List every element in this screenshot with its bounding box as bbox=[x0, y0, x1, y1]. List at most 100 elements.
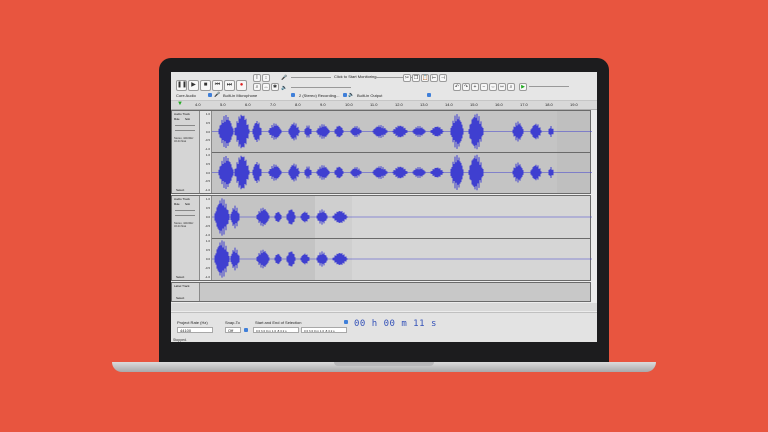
multi-tool-icon[interactable]: ✱ bbox=[271, 83, 279, 91]
scale-label: 0.0 bbox=[205, 170, 210, 175]
label-area[interactable] bbox=[200, 283, 590, 301]
snap-to-label: Snap-To bbox=[225, 320, 240, 325]
output-device-icon: 🔈 bbox=[348, 92, 355, 98]
selection-mode-dropdown-icon[interactable] bbox=[344, 320, 348, 324]
play-at-speed-icon[interactable]: ▶ bbox=[519, 83, 527, 91]
scale-label: 1.0 bbox=[205, 153, 210, 157]
project-rate-select[interactable]: 44100 bbox=[177, 327, 213, 333]
selection-mode-label[interactable]: Start and End of Selection bbox=[255, 320, 301, 325]
empty-track-area[interactable] bbox=[171, 303, 597, 311]
track-control-panel[interactable]: Audio Track Mute Solo Stereo, 44100Hz 32… bbox=[172, 111, 200, 193]
track-control-panel[interactable]: Audio Track Mute Solo Stereo, 44100Hz 32… bbox=[172, 196, 200, 280]
mute-button[interactable]: Mute bbox=[174, 203, 180, 206]
audio-track-2[interactable]: Audio Track Mute Solo Stereo, 44100Hz 32… bbox=[171, 195, 592, 281]
audio-position-display[interactable]: 00 h 00 m 11 s bbox=[354, 318, 437, 330]
pan-slider[interactable] bbox=[175, 130, 195, 131]
host-dropdown-icon[interactable] bbox=[208, 93, 212, 97]
ruler-tick: 9.0 bbox=[320, 102, 326, 107]
channels-dropdown-icon[interactable] bbox=[343, 93, 347, 97]
record-meter[interactable] bbox=[291, 77, 331, 78]
selection-end-field[interactable]: 0 0 h 0 0 m 1 0 .8 3 2 s bbox=[301, 327, 347, 333]
gain-slider[interactable] bbox=[175, 125, 195, 126]
play-speed-slider[interactable] bbox=[529, 86, 569, 87]
fit-project-icon[interactable]: ⇿ bbox=[498, 83, 506, 91]
monitor-text[interactable]: Click to Start Monitoring bbox=[334, 74, 376, 79]
ruler-tick: 8.0 bbox=[295, 102, 301, 107]
cut-icon[interactable]: ✂ bbox=[403, 74, 411, 82]
ruler-tick: 4.0 bbox=[195, 102, 201, 107]
scale-label: 1.0 bbox=[205, 197, 210, 201]
scale-label: 0.0 bbox=[205, 215, 210, 219]
select-button[interactable]: Select bbox=[176, 275, 184, 279]
selection-toolbar: Project Rate (Hz) 44100 Snap-To Off Star… bbox=[171, 312, 597, 342]
stop-button[interactable]: ■ bbox=[200, 80, 211, 91]
ruler-tick: 5.0 bbox=[220, 102, 226, 107]
snap-dropdown-icon[interactable] bbox=[244, 328, 248, 332]
snap-to-select[interactable]: Off bbox=[225, 327, 241, 333]
ruler-tick: 12.0 bbox=[395, 102, 403, 107]
output-device[interactable]: Built-in Output bbox=[357, 93, 382, 98]
zoom-out-icon[interactable]: − bbox=[480, 83, 488, 91]
playback-meter[interactable] bbox=[291, 87, 351, 88]
channels-select[interactable]: 2 (Stereo) Recording... bbox=[299, 93, 339, 98]
solo-button[interactable]: Solo bbox=[185, 118, 190, 121]
skip-start-button[interactable]: ⏮ bbox=[212, 80, 223, 91]
scale-label: -0.5 bbox=[204, 224, 210, 228]
zoom-in-icon[interactable]: + bbox=[471, 83, 479, 91]
scale-label: 1.0 bbox=[205, 112, 210, 116]
zoom-toggle-icon[interactable]: ⌕ bbox=[507, 83, 515, 91]
toolbar: ❚❚ ▶ ■ ⏮ ⏭ ● I ↕ ⌕ ↔ ✱ 🎤 Click to Start … bbox=[171, 72, 597, 101]
timeline-ruler[interactable]: ▼ 4.0 5.0 6.0 7.0 8.0 9.0 10.0 11.0 12.0 13.0 14.0… bbox=[171, 101, 597, 110]
scale-label: 0.5 bbox=[205, 206, 210, 210]
solo-button[interactable]: Solo bbox=[185, 203, 190, 206]
record-button[interactable]: ● bbox=[236, 80, 247, 91]
pan-slider[interactable] bbox=[175, 215, 195, 216]
ruler-tick: 17.0 bbox=[520, 102, 528, 107]
vertical-scale: 1.0 0.5 0.0 -0.5 -1.0 1.0 0.5 0.0 -0.5 -1.0 bbox=[200, 111, 212, 193]
audio-track-1[interactable]: Audio Track Mute Solo Stereo, 44100Hz 32… bbox=[171, 110, 592, 194]
output-dropdown-icon[interactable] bbox=[427, 93, 431, 97]
silence-icon[interactable]: ⊣ bbox=[439, 74, 447, 82]
mute-button[interactable]: Mute bbox=[174, 118, 180, 121]
trim-icon[interactable]: ⊢ bbox=[430, 74, 438, 82]
host-label[interactable]: Core Audio bbox=[176, 93, 196, 98]
copy-icon[interactable]: ❐ bbox=[412, 74, 420, 82]
select-button[interactable]: Select bbox=[176, 188, 184, 192]
skip-end-button[interactable]: ⏭ bbox=[224, 80, 235, 91]
input-dropdown-icon[interactable] bbox=[291, 93, 295, 97]
scale-label: 0.0 bbox=[205, 257, 210, 261]
play-button[interactable]: ▶ bbox=[188, 80, 199, 91]
scale-label: -0.5 bbox=[204, 266, 210, 270]
track-control-panel[interactable]: Label Track Select bbox=[172, 283, 200, 301]
laptop-notch bbox=[334, 362, 434, 366]
ruler-play-icon[interactable]: ▼ bbox=[177, 101, 183, 107]
ruler-tick: 13.0 bbox=[420, 102, 428, 107]
track-name[interactable]: Audio Track bbox=[174, 112, 190, 116]
paste-icon[interactable]: 📋 bbox=[421, 74, 429, 82]
fit-selection-icon[interactable]: ⇔ bbox=[489, 83, 497, 91]
project-rate-label: Project Rate (Hz) bbox=[177, 320, 208, 325]
zoom-tool-icon[interactable]: ⌕ bbox=[253, 83, 261, 91]
input-device[interactable]: Built-in Microphone bbox=[223, 93, 257, 98]
status-text: Stopped. bbox=[173, 338, 188, 342]
timeshift-tool-icon[interactable]: ↔ bbox=[262, 83, 270, 91]
envelope-tool-icon[interactable]: ↕ bbox=[262, 74, 270, 82]
label-track[interactable]: Label Track Select bbox=[171, 282, 591, 302]
track-name[interactable]: Label Track bbox=[174, 284, 190, 288]
microphone-icon: 🎤 bbox=[281, 75, 288, 81]
channel-divider bbox=[212, 238, 590, 239]
undo-icon[interactable]: ↶ bbox=[453, 83, 461, 91]
gain-slider[interactable] bbox=[175, 210, 195, 211]
select-button[interactable]: Select bbox=[176, 296, 184, 300]
selection-tool-icon[interactable]: I bbox=[253, 74, 261, 82]
track-info: Stereo, 44100Hz 32-bit float bbox=[174, 222, 194, 228]
selection-start-field[interactable]: 0 0 h 0 0 m 1 0 .8 3 2 s bbox=[253, 327, 299, 333]
track-name[interactable]: Audio Track bbox=[174, 197, 190, 201]
scale-label: 0.0 bbox=[205, 129, 210, 134]
scale-label: -0.5 bbox=[204, 138, 210, 143]
channel-divider bbox=[212, 152, 590, 153]
redo-icon[interactable]: ↷ bbox=[462, 83, 470, 91]
speaker-icon: 🔈 bbox=[281, 85, 288, 91]
pause-button[interactable]: ❚❚ bbox=[176, 80, 187, 91]
scale-label: 0.5 bbox=[205, 161, 210, 166]
